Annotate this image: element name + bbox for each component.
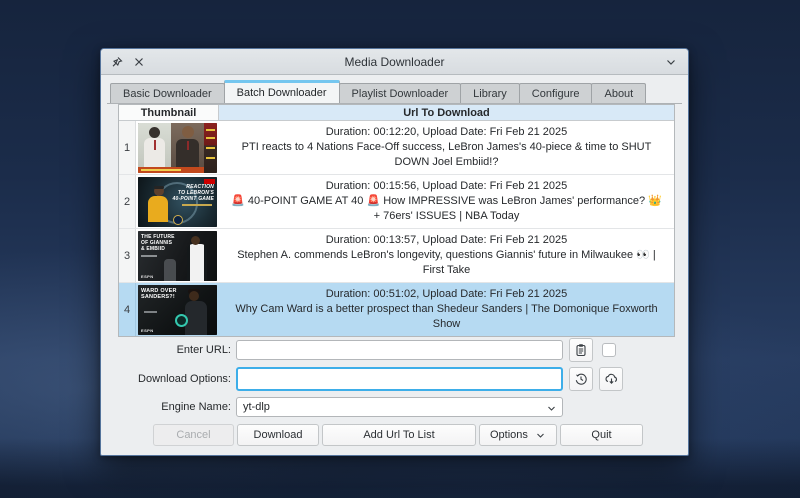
nba-today-logo	[173, 215, 183, 225]
download-options-input[interactable]	[236, 367, 563, 391]
tab-label: About	[604, 88, 633, 100]
video-thumbnail-lebron-reaction: REACTION TO LEBRON'S 40-POINT GAME	[138, 177, 217, 227]
engine-selected-value: yt-dlp	[243, 401, 270, 413]
options-menu-button[interactable]: Options	[479, 424, 557, 446]
shade-button[interactable]	[662, 53, 680, 71]
tab-batch-downloader[interactable]: Batch Downloader	[224, 80, 340, 103]
row-title: 🚨 40-POINT GAME AT 40 🚨 How IMPRESSIVE w…	[229, 194, 664, 224]
chevron-down-icon	[546, 403, 557, 414]
video-thumbnail-giannis-embiid: THE FUTURE OF GIANNIS & EMBIID ESPN	[138, 231, 217, 281]
tab-playlist-downloader[interactable]: Playlist Downloader	[339, 83, 462, 103]
table-row[interactable]: 1	[119, 121, 674, 175]
thumbnail-headline: THE FUTURE OF GIANNIS & EMBIID	[141, 234, 175, 252]
row-number: 3	[119, 229, 136, 282]
window-content: Basic Downloader Batch Downloader Playli…	[101, 76, 688, 455]
download-options-row: Download Options:	[101, 366, 623, 392]
thumbnail-headline: WARD OVER SANDERS?!	[141, 288, 177, 301]
thumbnail-headline: REACTION TO LEBRON'S 40-POINT GAME	[173, 184, 215, 202]
tab-bar: Basic Downloader Batch Downloader Playli…	[110, 80, 645, 103]
table-row-selected[interactable]: 4 WARD OVER SANDERS?! ESPN	[119, 283, 674, 337]
chevron-down-icon	[665, 56, 677, 68]
quit-button[interactable]: Quit	[560, 424, 643, 446]
row-duration: Duration: 00:13:57, Upload Date: Fri Feb…	[326, 233, 568, 248]
history-button[interactable]	[569, 367, 593, 391]
options-label: Options	[490, 429, 528, 441]
espn-logo: ESPN	[141, 274, 154, 279]
add-url-to-list-button[interactable]: Add Url To List	[322, 424, 476, 446]
column-header-url[interactable]: Url To Download	[219, 105, 674, 120]
tab-library[interactable]: Library	[460, 83, 520, 103]
url-row: Enter URL:	[101, 338, 616, 362]
row-duration: Duration: 00:51:02, Upload Date: Fri Feb…	[326, 287, 568, 302]
tab-label: Playlist Downloader	[352, 88, 449, 100]
chevron-down-icon	[535, 430, 546, 441]
row-number: 2	[119, 175, 136, 228]
table-row[interactable]: 3 THE FUTURE OF GIANNIS & EMBIID ES	[119, 229, 674, 283]
cloud-download-icon	[604, 372, 619, 386]
url-input[interactable]	[236, 340, 563, 360]
download-options-label: Download Options:	[101, 373, 231, 385]
url-checkbox[interactable]	[602, 343, 616, 357]
download-button[interactable]: Download	[237, 424, 319, 446]
table-header: Thumbnail Url To Download	[119, 105, 674, 121]
engine-row: Engine Name: yt-dlp	[101, 396, 563, 418]
history-icon	[574, 372, 588, 386]
tab-label: Library	[473, 88, 507, 100]
tab-label: Batch Downloader	[237, 87, 327, 99]
row-title: PTI reacts to 4 Nations Face-Off success…	[229, 140, 664, 170]
window-title: Media Downloader	[101, 55, 688, 69]
row-duration: Duration: 00:15:56, Upload Date: Fri Feb…	[326, 179, 568, 194]
row-number: 1	[119, 121, 136, 174]
row-duration: Duration: 00:12:20, Upload Date: Fri Feb…	[326, 125, 568, 140]
tab-basic-downloader[interactable]: Basic Downloader	[110, 83, 225, 103]
cancel-button[interactable]: Cancel	[153, 424, 234, 446]
video-thumbnail-pti	[138, 123, 217, 173]
row-title: Why Cam Ward is a better prospect than S…	[229, 302, 664, 332]
espn-logo: ESPN	[141, 328, 154, 333]
url-label: Enter URL:	[101, 344, 231, 356]
tab-label: Configure	[532, 88, 580, 100]
titlebar[interactable]: Media Downloader	[101, 49, 688, 75]
engine-label: Engine Name:	[101, 401, 231, 413]
table-row[interactable]: 2 REACTION TO LEBRON'S 40-POINT GAME	[119, 175, 674, 229]
engine-select[interactable]: yt-dlp	[236, 397, 563, 417]
batch-table: Thumbnail Url To Download 1	[118, 104, 675, 337]
tab-about[interactable]: About	[591, 83, 646, 103]
cloud-download-button[interactable]	[599, 367, 623, 391]
column-header-thumbnail[interactable]: Thumbnail	[119, 105, 219, 120]
tab-configure[interactable]: Configure	[519, 83, 593, 103]
button-row: Cancel Download Add Url To List Options …	[153, 424, 646, 446]
video-thumbnail-ward-sanders: WARD OVER SANDERS?! ESPN	[138, 285, 217, 335]
clipboard-icon	[574, 343, 588, 357]
tab-label: Basic Downloader	[123, 88, 212, 100]
clipboard-button[interactable]	[569, 338, 593, 362]
row-number: 4	[119, 283, 136, 336]
show-logo	[175, 314, 188, 327]
row-title: Stephen A. commends LeBron's longevity, …	[229, 248, 664, 278]
media-downloader-window: Media Downloader Basic Downloader Batch …	[100, 48, 689, 456]
